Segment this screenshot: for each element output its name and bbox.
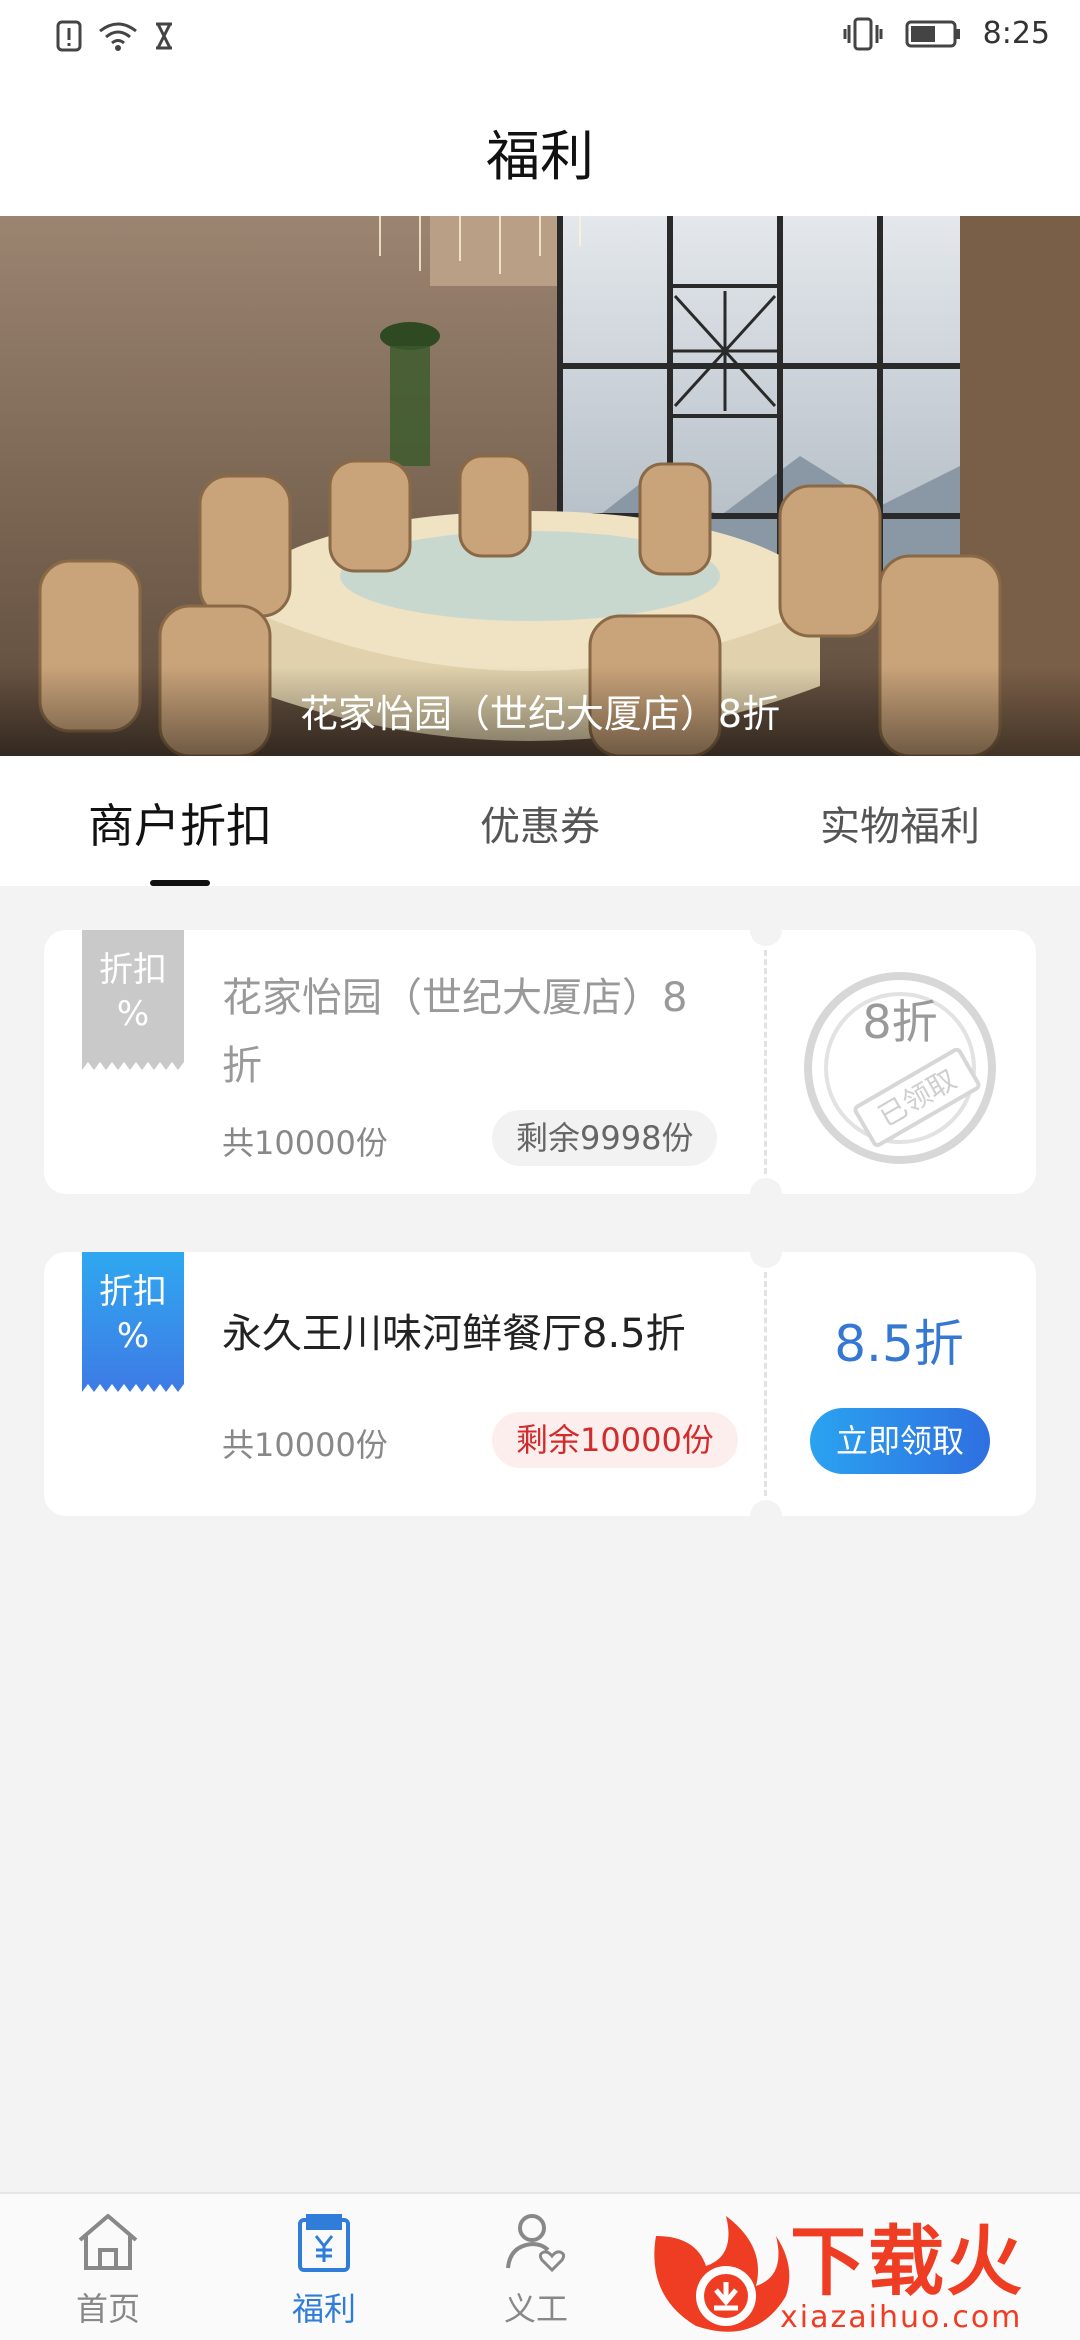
hourglass-icon — [156, 22, 172, 50]
card-divider — [764, 950, 767, 1174]
card-notch — [750, 1236, 782, 1268]
nav-item-welfare[interactable]: 福利 — [254, 2210, 394, 2330]
card-notch — [750, 914, 782, 946]
card-total: 共10000份 — [222, 1426, 388, 1464]
battery-icon — [905, 20, 960, 47]
card-notch — [750, 1178, 782, 1210]
discount-card[interactable]: 折扣 % 永久王川味河鲜餐厅8.5折 共10000份 剩余10000份 8.5折… — [44, 1236, 1036, 1532]
discount-ribbon: 折扣 % — [82, 930, 184, 1074]
card-remaining-badge: 剩余10000份 — [492, 1412, 738, 1468]
tab-merchant-discount[interactable]: 商户折扣 — [60, 790, 300, 856]
discount-card[interactable]: 折扣 % 花家怡园（世纪大厦店）8 折 共10000份 剩余9998份 已领取 … — [44, 914, 1036, 1210]
card-discount-value: 8.5折 — [834, 1315, 964, 1373]
card-title: 花家怡园（世纪大厦店）8 折 — [222, 964, 752, 1100]
ribbon-label: 折扣 — [99, 950, 167, 990]
home-icon — [78, 2214, 138, 2270]
card-remaining-badge: 剩余9998份 — [492, 1110, 718, 1166]
nav-bar: 福利 — [0, 74, 1080, 216]
watermark-domain: xiazaihuo.com — [780, 2300, 1023, 2335]
tab-active-indicator — [150, 880, 210, 886]
banner-caption: 花家怡园（世纪大厦店）8折 — [299, 692, 781, 736]
discount-ribbon: 折扣 % — [82, 1252, 184, 1396]
nav-item-label: 首页 — [75, 2290, 140, 2328]
status-time: 8:25 — [982, 16, 1050, 51]
card-title: 永久王川味河鲜餐厅8.5折 — [222, 1311, 686, 1357]
page-title: 福利 — [486, 125, 594, 188]
vibrate-icon — [843, 17, 883, 50]
nav-item-volunteer[interactable]: 义工 — [466, 2210, 606, 2330]
status-bar: 8:25 — [0, 0, 1080, 74]
tab-physical-welfare[interactable]: 实物福利 — [780, 794, 1020, 852]
ribbon-symbol: % — [116, 994, 150, 1034]
banner-carousel[interactable]: 花家怡园（世纪大厦店）8折 — [0, 216, 1080, 756]
card-divider — [764, 1272, 767, 1496]
card-title-line: 花家怡园（世纪大厦店）8 — [222, 975, 688, 1021]
volunteer-icon — [506, 2214, 566, 2273]
tab-coupons[interactable]: 优惠券 — [420, 794, 660, 852]
card-discount-value: 8折 — [862, 995, 938, 1049]
alert-icon — [56, 20, 82, 52]
ribbon-label: 折扣 — [99, 1272, 167, 1312]
watermark-brand: 下载火 — [790, 2217, 1024, 2306]
claim-now-button[interactable]: 立即领取 — [810, 1408, 990, 1474]
tab-bar: 商户折扣 优惠券 实物福利 — [0, 756, 1080, 886]
ribbon-symbol: % — [116, 1316, 150, 1356]
nav-item-label: 义工 — [503, 2290, 568, 2328]
nav-item-home[interactable]: 首页 — [38, 2210, 178, 2330]
wifi-icon — [99, 22, 137, 51]
welfare-icon — [298, 2214, 350, 2272]
card-notch — [750, 1500, 782, 1532]
nav-item-label: 福利 — [291, 2290, 356, 2328]
card-title-line: 折 — [222, 1043, 262, 1089]
card-total: 共10000份 — [222, 1124, 388, 1162]
